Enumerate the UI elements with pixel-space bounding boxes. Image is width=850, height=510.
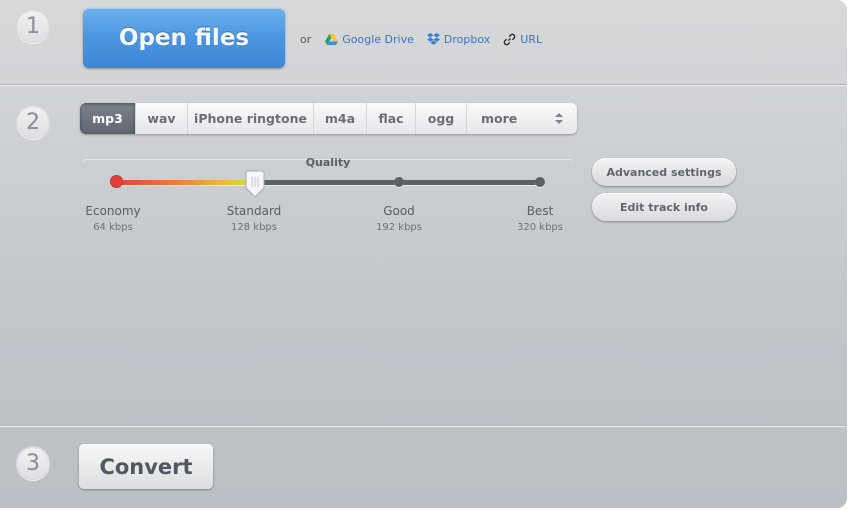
dropbox-link[interactable]: Dropbox	[426, 32, 491, 46]
quality-slider-thumb[interactable]	[245, 170, 265, 198]
tab-flac[interactable]: flac	[367, 103, 416, 134]
level-name: Good	[383, 204, 415, 218]
file-sources: or Google Drive Dropbox URL	[300, 31, 555, 47]
tab-wav[interactable]: wav	[136, 103, 188, 134]
google-drive-label: Google Drive	[342, 32, 414, 46]
google-drive-icon	[325, 33, 339, 45]
url-link[interactable]: URL	[503, 33, 542, 46]
level-name: Best	[526, 204, 554, 218]
quality-stop-best[interactable]	[535, 177, 545, 187]
quality-level-good: Good 192 kbps	[354, 204, 444, 233]
converter-panel: 1 Open files or Google Drive Dropbox URL…	[0, 0, 847, 508]
select-arrows-icon	[555, 113, 563, 124]
level-rate: 128 kbps	[231, 222, 277, 233]
level-rate: 64 kbps	[93, 222, 133, 233]
tab-mp3[interactable]: mp3	[80, 103, 136, 134]
section-divider	[0, 425, 847, 427]
quality-level-standard: Standard 128 kbps	[209, 204, 299, 233]
section-divider	[0, 84, 847, 86]
or-label: or	[300, 32, 312, 46]
tab-iphone-ringtone[interactable]: iPhone ringtone	[188, 103, 314, 134]
step-1-badge: 1	[16, 9, 50, 43]
more-label: more	[481, 111, 518, 126]
open-files-button[interactable]: Open files	[83, 8, 285, 68]
quality-stop-economy[interactable]	[111, 176, 122, 187]
level-name: Standard	[226, 204, 282, 218]
step-3-badge: 3	[16, 446, 50, 480]
edit-track-info-button[interactable]: Edit track info	[592, 193, 736, 221]
quality-slider-box: Quality Economy 64 kbps Standard 128 kbp…	[80, 156, 576, 242]
level-rate: 320 kbps	[517, 222, 563, 233]
quality-stop-good[interactable]	[394, 177, 404, 187]
quality-level-economy: Economy 64 kbps	[68, 204, 158, 233]
url-label: URL	[520, 32, 543, 46]
tab-ogg[interactable]: ogg	[416, 103, 467, 134]
level-rate: 192 kbps	[376, 222, 422, 233]
level-name: Economy	[85, 204, 141, 218]
quality-level-best: Best 320 kbps	[495, 204, 585, 233]
tab-m4a[interactable]: m4a	[314, 103, 367, 134]
quality-track-fill	[117, 180, 257, 185]
link-icon	[503, 33, 516, 45]
google-drive-link[interactable]: Google Drive	[325, 33, 414, 46]
dropbox-icon	[426, 33, 440, 45]
step-2-badge: 2	[16, 105, 50, 139]
format-tabs: mp3 wav iPhone ringtone m4a flac ogg mor…	[80, 103, 577, 134]
quality-title: Quality	[305, 156, 351, 169]
dropbox-label: Dropbox	[443, 32, 491, 46]
more-formats-select[interactable]: more	[467, 103, 577, 134]
convert-button[interactable]: Convert	[79, 444, 213, 489]
advanced-settings-button[interactable]: Advanced settings	[592, 158, 736, 186]
